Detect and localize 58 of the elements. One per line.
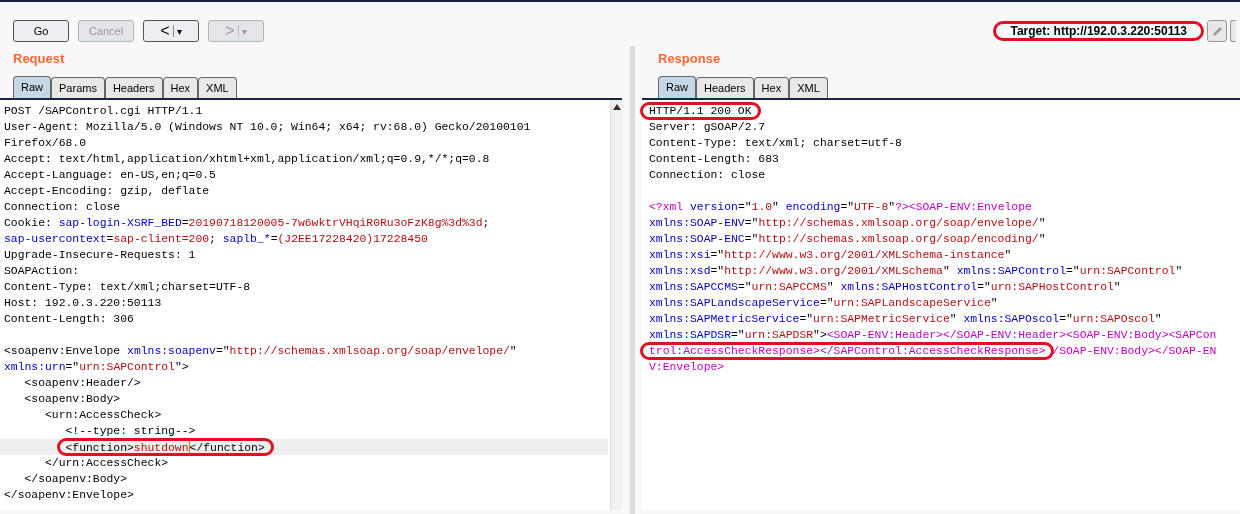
code-line: </soapenv:Envelope> bbox=[3, 488, 135, 503]
code-line: Server: gSOAP/2.7 bbox=[648, 120, 767, 135]
code-line: <soapenv:Header/> bbox=[23, 376, 142, 391]
code-line: <!--type: string--> bbox=[64, 424, 197, 439]
code-line: Accept-Encoding: gzip, deflate bbox=[3, 184, 211, 199]
tab[interactable]: XML bbox=[789, 77, 828, 98]
code-line: Firefox/68.0 bbox=[3, 136, 88, 151]
code-line: </soapenv:Body> bbox=[23, 472, 129, 487]
tab[interactable]: Raw bbox=[658, 76, 696, 98]
code-line: Content-Type: text/xml;charset=UTF-8 bbox=[3, 280, 252, 295]
code-line: xmlns:SAPLandscapeService="urn:SAPLandscapeService" bbox=[648, 296, 999, 311]
toolbar-button[interactable] bbox=[1230, 20, 1236, 42]
tab[interactable]: XML bbox=[198, 77, 237, 98]
edit-button[interactable] bbox=[1207, 20, 1227, 42]
code-line: Upgrade-Insecure-Requests: 1 bbox=[3, 248, 197, 263]
code-line: xmlns:xsi="http://www.w3.org/2001/XMLSchema-instance" bbox=[648, 248, 1013, 263]
code-line: <soapenv:Body> bbox=[23, 392, 122, 407]
code-line: xmlns:xsd="http://www.w3.org/2001/XMLSchema" xmlns:SAPControl="urn:SAPControl" bbox=[648, 264, 1184, 279]
code-line: <soapenv:Envelope xmlns:soapenv="http://schemas.xmlsoap.org/soap/envelope/" bbox=[3, 344, 518, 359]
code-line: Content-Length: 683 bbox=[648, 152, 780, 167]
tab[interactable]: Headers bbox=[696, 77, 754, 98]
code-line: User-Agent: Mozilla/5.0 (Windows NT 10.0; Win64; x64; rv:68.0) Gecko/20100101 bbox=[3, 120, 532, 135]
code-line: <urn:AccessCheck> bbox=[44, 408, 163, 423]
tab[interactable]: Hex bbox=[753, 77, 790, 98]
code-line: Content-Type: text/xml; charset=utf-8 bbox=[648, 136, 903, 151]
pane-title: Response bbox=[657, 50, 722, 69]
code-line: V:Envelope> bbox=[648, 360, 726, 375]
pane-title: Request bbox=[12, 50, 66, 69]
scroll-up-arrow-icon[interactable] bbox=[612, 104, 621, 110]
code-line: Content-Length: 306 bbox=[3, 312, 135, 327]
code-line: POST /SAPControl.cgi HTTP/1.1 bbox=[3, 104, 204, 119]
code-line: xmlns:SOAP-ENV="http://schemas.xmlsoap.org/soap/envelope/" bbox=[648, 216, 1047, 231]
text-cursor bbox=[188, 441, 190, 454]
tab[interactable]: Hex bbox=[162, 77, 199, 98]
toolbar-button[interactable]: Go bbox=[13, 20, 69, 42]
code-line: </urn:AccessCheck> bbox=[44, 456, 170, 471]
code-line: Connection: close bbox=[648, 168, 767, 183]
code-line: xmlns:SAPDSR="urn:SAPDSR"><SOAP-ENV:Header></SOAP-ENV:Header><SOAP-ENV:Body><SAPCon bbox=[648, 328, 1218, 343]
code-line: trol:AccessCheckResponse></SAPControl:AccessCheckResponse> /SOAP-ENV:Body></SOAP-EN bbox=[642, 343, 1240, 359]
code-line: <?xml version="1.0" encoding="UTF-8"?><SOAP-ENV:Envelope bbox=[648, 200, 1033, 215]
code-line: SOAPAction: bbox=[3, 264, 81, 279]
code-line: Accept-Language: en-US,en;q=0.5 bbox=[3, 168, 217, 183]
code-line: Host: 192.0.3.220:50113 bbox=[3, 296, 163, 311]
code-line: Connection: close bbox=[3, 200, 122, 215]
tab[interactable]: Headers bbox=[104, 77, 163, 98]
target-label: Target: http://192.0.3.220:50113 bbox=[993, 21, 1204, 41]
pencil-icon bbox=[1210, 24, 1224, 38]
code-line: xmlns:urn="urn:SAPControl"> bbox=[3, 360, 190, 375]
tab[interactable]: Params bbox=[51, 77, 105, 98]
history-button[interactable]: < ▾ bbox=[143, 20, 199, 42]
code-line: Cookie: sap-login-XSRF_BED=20190718120005-7w6wktrVHqiR0Ru3oFzK8g%3d%3d; bbox=[3, 216, 491, 231]
tab[interactable]: Raw bbox=[13, 76, 51, 98]
code-line: Accept: text/html,application/xhtml+xml,application/xml;q=0.9,*/*;q=0.8 bbox=[3, 152, 491, 167]
code-line: xmlns:SAPMetricService="urn:SAPMetricService" xmlns:SAPOscol="urn:SAPOscol" bbox=[648, 312, 1163, 327]
scrollbar[interactable] bbox=[610, 100, 622, 510]
code-line: sap-usercontext=sap-client=200; saplb_*=(J2EE17228420)17228450 bbox=[3, 232, 429, 247]
code-line: xmlns:SAPCCMS="urn:SAPCCMS" xmlns:SAPHostControl="urn:SAPHostControl" bbox=[648, 280, 1122, 295]
code-line: xmlns:SOAP-ENC="http://schemas.xmlsoap.org/soap/encoding/" bbox=[648, 232, 1047, 247]
